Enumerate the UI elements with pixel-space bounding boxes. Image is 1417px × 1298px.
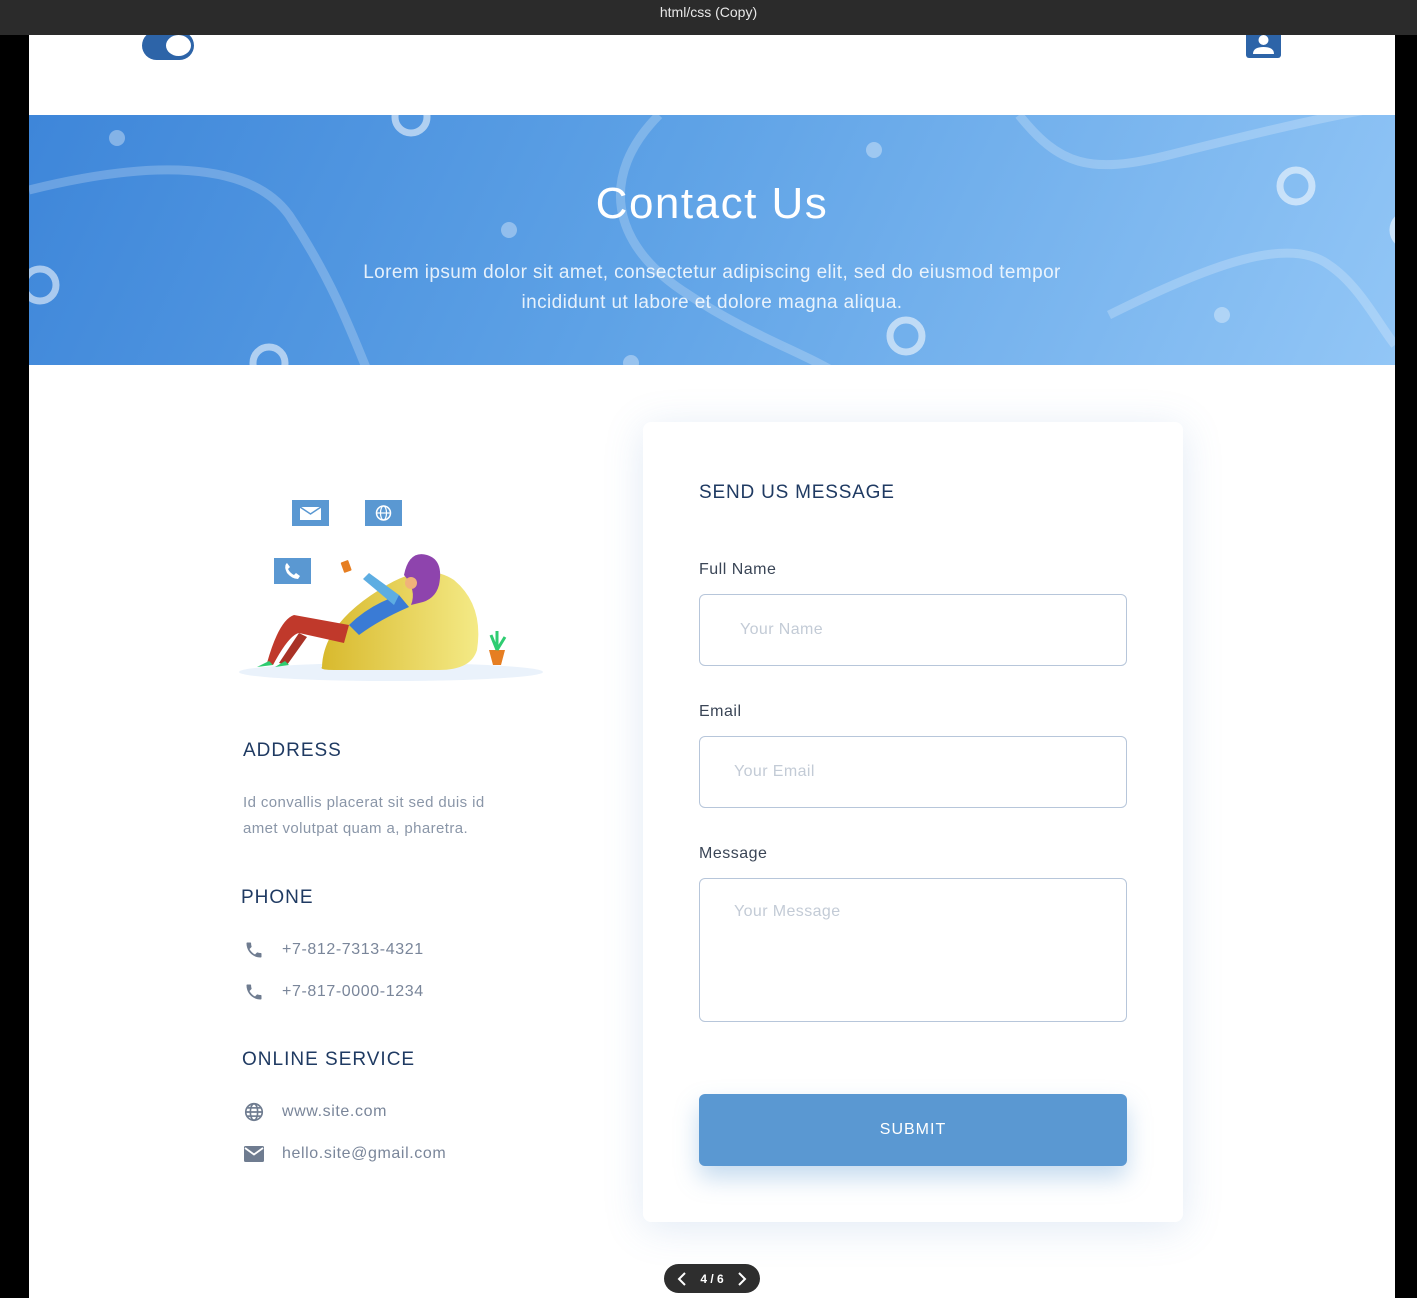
window-title: html/css (Copy)	[659, 4, 758, 20]
website-link[interactable]: www.site.com	[282, 1103, 387, 1121]
phone-row: +7-817-0000-1234	[242, 980, 424, 1004]
globe-icon	[242, 1100, 266, 1124]
slide-pager: 4 / 6	[664, 1264, 760, 1293]
chevron-right-icon	[738, 1271, 747, 1286]
contact-illustration	[239, 500, 543, 681]
address-heading: ADDRESS	[243, 740, 342, 761]
address-line-2: amet volutpat quam a, pharetra.	[243, 820, 469, 837]
message-label: Message	[699, 845, 768, 862]
form-title: SEND US MESSAGE	[699, 482, 895, 503]
user-icon	[1253, 35, 1274, 54]
page-title: Contact Us	[595, 179, 829, 228]
phone-icon	[242, 938, 266, 962]
hero-subtitle: Lorem ipsum dolor sit amet, consectetur …	[312, 258, 1112, 318]
contact-form-card: SEND US MESSAGE Full Name Email Message …	[643, 422, 1183, 1222]
phone-number[interactable]: +7-812-7313-4321	[282, 941, 424, 959]
slide-counter: 4 / 6	[700, 1271, 724, 1286]
full-name-input[interactable]	[699, 594, 1127, 666]
previous-slide-button[interactable]	[672, 1269, 692, 1289]
hero-subtitle-line-1: Lorem ipsum dolor sit amet, consectetur …	[363, 262, 1061, 283]
message-textarea[interactable]	[699, 878, 1127, 1022]
phone-number[interactable]: +7-817-0000-1234	[282, 983, 424, 1001]
email-label: Email	[699, 703, 742, 720]
email-link[interactable]: hello.site@gmail.com	[282, 1145, 446, 1163]
window-titlebar: html/css (Copy)	[0, 0, 1417, 35]
address-line-1: Id convallis placerat sit sed duis id	[243, 794, 485, 811]
toggle-knob	[164, 35, 193, 58]
submit-button[interactable]: SUBMIT	[699, 1094, 1127, 1166]
email-input[interactable]	[699, 736, 1127, 808]
mail-icon	[242, 1142, 266, 1166]
user-button[interactable]	[1246, 35, 1281, 58]
address-text: Id convallis placerat sit sed duis id am…	[243, 790, 485, 842]
chevron-left-icon	[677, 1271, 686, 1286]
theme-toggle[interactable]	[142, 35, 194, 60]
full-name-label: Full Name	[699, 561, 777, 578]
page-canvas: Contact Us Lorem ipsum dolor sit amet, c…	[29, 35, 1395, 1298]
next-slide-button[interactable]	[732, 1269, 752, 1289]
online-service-heading: ONLINE SERVICE	[242, 1049, 416, 1070]
phone-heading: PHONE	[241, 887, 314, 908]
hero-banner: Contact Us Lorem ipsum dolor sit amet, c…	[29, 115, 1395, 365]
phone-row: +7-812-7313-4321	[242, 938, 424, 962]
phone-icon	[242, 980, 266, 1004]
hero-subtitle-line-2: incididunt ut labore et dolore magna ali…	[521, 292, 903, 313]
hero-decoration	[29, 115, 1395, 365]
website-row: www.site.com	[242, 1100, 387, 1124]
email-row: hello.site@gmail.com	[242, 1142, 446, 1166]
